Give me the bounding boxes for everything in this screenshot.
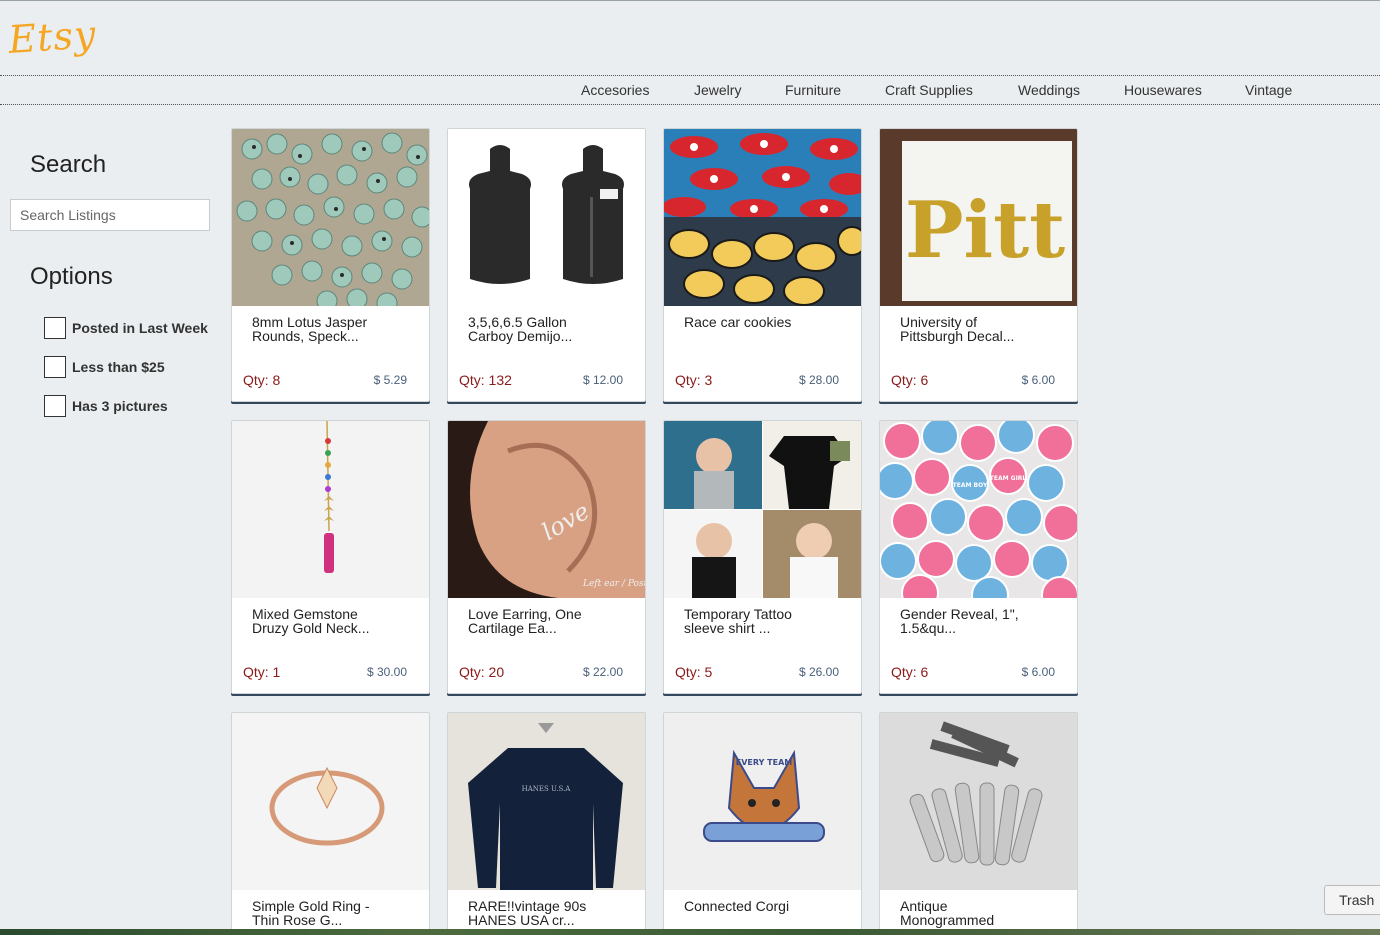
listing-title: RARE!!vintage 90s HANES USA cr... — [468, 898, 587, 928]
listing-qty: Qty: 3 — [675, 372, 713, 388]
nav-item-jewelry[interactable]: Jewelry — [694, 82, 741, 98]
listing-image-race-car-cookies — [664, 129, 861, 306]
nav-item-vintage[interactable]: Vintage — [1245, 82, 1292, 98]
listing-image-carboy-bags — [448, 129, 645, 306]
search-input[interactable] — [10, 199, 210, 231]
listing-title: Antique Monogrammed — [900, 898, 995, 928]
listing-card[interactable]: 3,5,6,6.5 Gallon Carboy Demijo... Qty: 13… — [447, 128, 646, 402]
window-top-border — [0, 0, 1380, 1]
checkbox[interactable] — [44, 317, 66, 339]
search-heading: Search — [30, 151, 107, 178]
listing-card[interactable]: EVERY TEAM Connected Corgi — [663, 712, 862, 935]
checkbox[interactable] — [44, 356, 66, 378]
listing-card[interactable]: love Left ear / Post at the "L" Love Ear… — [447, 420, 646, 694]
svg-text:TEAM GIRL: TEAM GIRL — [990, 475, 1027, 482]
listing-price: $ 26.00 — [798, 665, 839, 679]
svg-text:HANES U.S.A: HANES U.S.A — [522, 785, 572, 793]
listing-card[interactable]: Mixed Gemstone Druzy Gold Neck... Qty: 1 … — [231, 420, 430, 694]
listing-card[interactable]: Antique Monogrammed — [879, 712, 1078, 935]
listing-title: Gender Reveal, 1", 1.5&qu... — [900, 606, 1019, 636]
listing-qty: Qty: 6 — [891, 372, 929, 388]
listing-title: Simple Gold Ring - Thin Rose G... — [252, 898, 370, 928]
option-label: Less than $25 — [72, 359, 165, 375]
dock-trash-tooltip[interactable]: Trash — [1324, 885, 1380, 915]
listing-card[interactable]: Pitt University of Pittsburgh Decal... Qt… — [879, 128, 1078, 402]
listing-qty: Qty: 5 — [675, 664, 713, 680]
listing-qty: Qty: 8 — [243, 372, 281, 388]
listing-title: Connected Corgi — [684, 898, 790, 914]
option-label: Posted in Last Week — [72, 320, 208, 336]
nav-item-housewares[interactable]: Housewares — [1124, 82, 1202, 98]
svg-text:Pitt: Pitt — [905, 185, 1065, 276]
option-posted-last-week[interactable]: Posted in Last Week — [44, 317, 208, 339]
listing-card[interactable]: Simple Gold Ring - Thin Rose G... — [231, 712, 430, 935]
listing-price: $ 28.00 — [798, 373, 839, 387]
listing-card[interactable]: Temporary Tattoo sleeve shirt ... Qty: 5 … — [663, 420, 862, 694]
option-has-3-pictures[interactable]: Has 3 pictures — [44, 395, 168, 417]
nav-item-weddings[interactable]: Weddings — [1018, 82, 1080, 98]
listing-price: $ 6.00 — [1021, 373, 1055, 387]
listing-image-jasper-beads — [232, 129, 429, 306]
listing-image-corgi-pin: EVERY TEAM — [664, 713, 861, 890]
listing-title: Mixed Gemstone Druzy Gold Neck... — [252, 606, 370, 636]
listing-image-vintage-sweatshirt: HANES U.S.A — [448, 713, 645, 890]
listing-card[interactable]: 8mm Lotus Jasper Rounds, Speck... Qty: 8 … — [231, 128, 430, 402]
listing-price: $ 22.00 — [582, 665, 623, 679]
svg-text:Left ear / Post at the "L": Left ear / Post at the "L" — [582, 579, 645, 589]
listing-image-tattoo-sleeve-shirt — [664, 421, 861, 598]
listing-qty: Qty: 1 — [243, 664, 281, 680]
listing-title: 3,5,6,6.5 Gallon Carboy Demijo... — [468, 314, 573, 344]
listing-image-gold-ring — [232, 713, 429, 890]
listing-price: $ 5.29 — [373, 373, 407, 387]
etsy-logo[interactable]: Etsy — [7, 12, 98, 62]
checkbox[interactable] — [44, 395, 66, 417]
listing-price: $ 6.00 — [1021, 665, 1055, 679]
listing-title: 8mm Lotus Jasper Rounds, Speck... — [252, 314, 368, 344]
nav-item-furniture[interactable]: Furniture — [785, 82, 841, 98]
listing-title: Temporary Tattoo sleeve shirt ... — [684, 606, 792, 636]
nav-item-craft-supplies[interactable]: Craft Supplies — [885, 82, 973, 98]
listing-card[interactable]: TEAM BOY TEAM GIRL Gender Reveal, 1", 1.5… — [879, 420, 1078, 694]
listing-image-gemstone-necklace — [232, 421, 429, 598]
listing-title: University of Pittsburgh Decal... — [900, 314, 1015, 344]
category-nav: Accesories Jewelry Furniture Craft Suppl… — [0, 75, 1380, 105]
svg-text:EVERY TEAM: EVERY TEAM — [736, 758, 793, 767]
listing-qty: Qty: 6 — [891, 664, 929, 680]
listing-price: $ 30.00 — [366, 665, 407, 679]
option-label: Has 3 pictures — [72, 398, 168, 414]
listing-card[interactable]: HANES U.S.A RARE!!vintage 90s HANES USA c… — [447, 712, 646, 935]
options-heading: Options — [30, 263, 113, 290]
listing-image-gender-reveal-buttons: TEAM BOY TEAM GIRL — [880, 421, 1077, 598]
listing-image-pitt-decal: Pitt — [880, 129, 1077, 306]
option-less-than-25[interactable]: Less than $25 — [44, 356, 165, 378]
listing-qty: Qty: 20 — [459, 664, 505, 680]
listing-title: Race car cookies — [684, 314, 792, 330]
listing-price: $ 12.00 — [582, 373, 623, 387]
nav-item-accesories[interactable]: Accesories — [581, 82, 649, 98]
listing-image-love-earring: love Left ear / Post at the "L" — [448, 421, 645, 598]
listing-title: Love Earring, One Cartilage Ea... — [468, 606, 582, 636]
listing-qty: Qty: 132 — [459, 372, 512, 388]
desktop-background-strip — [0, 929, 1380, 935]
svg-text:TEAM BOY: TEAM BOY — [953, 482, 988, 489]
listing-image-antique-knives — [880, 713, 1077, 890]
listing-card[interactable]: Race car cookies Qty: 3 $ 28.00 — [663, 128, 862, 402]
